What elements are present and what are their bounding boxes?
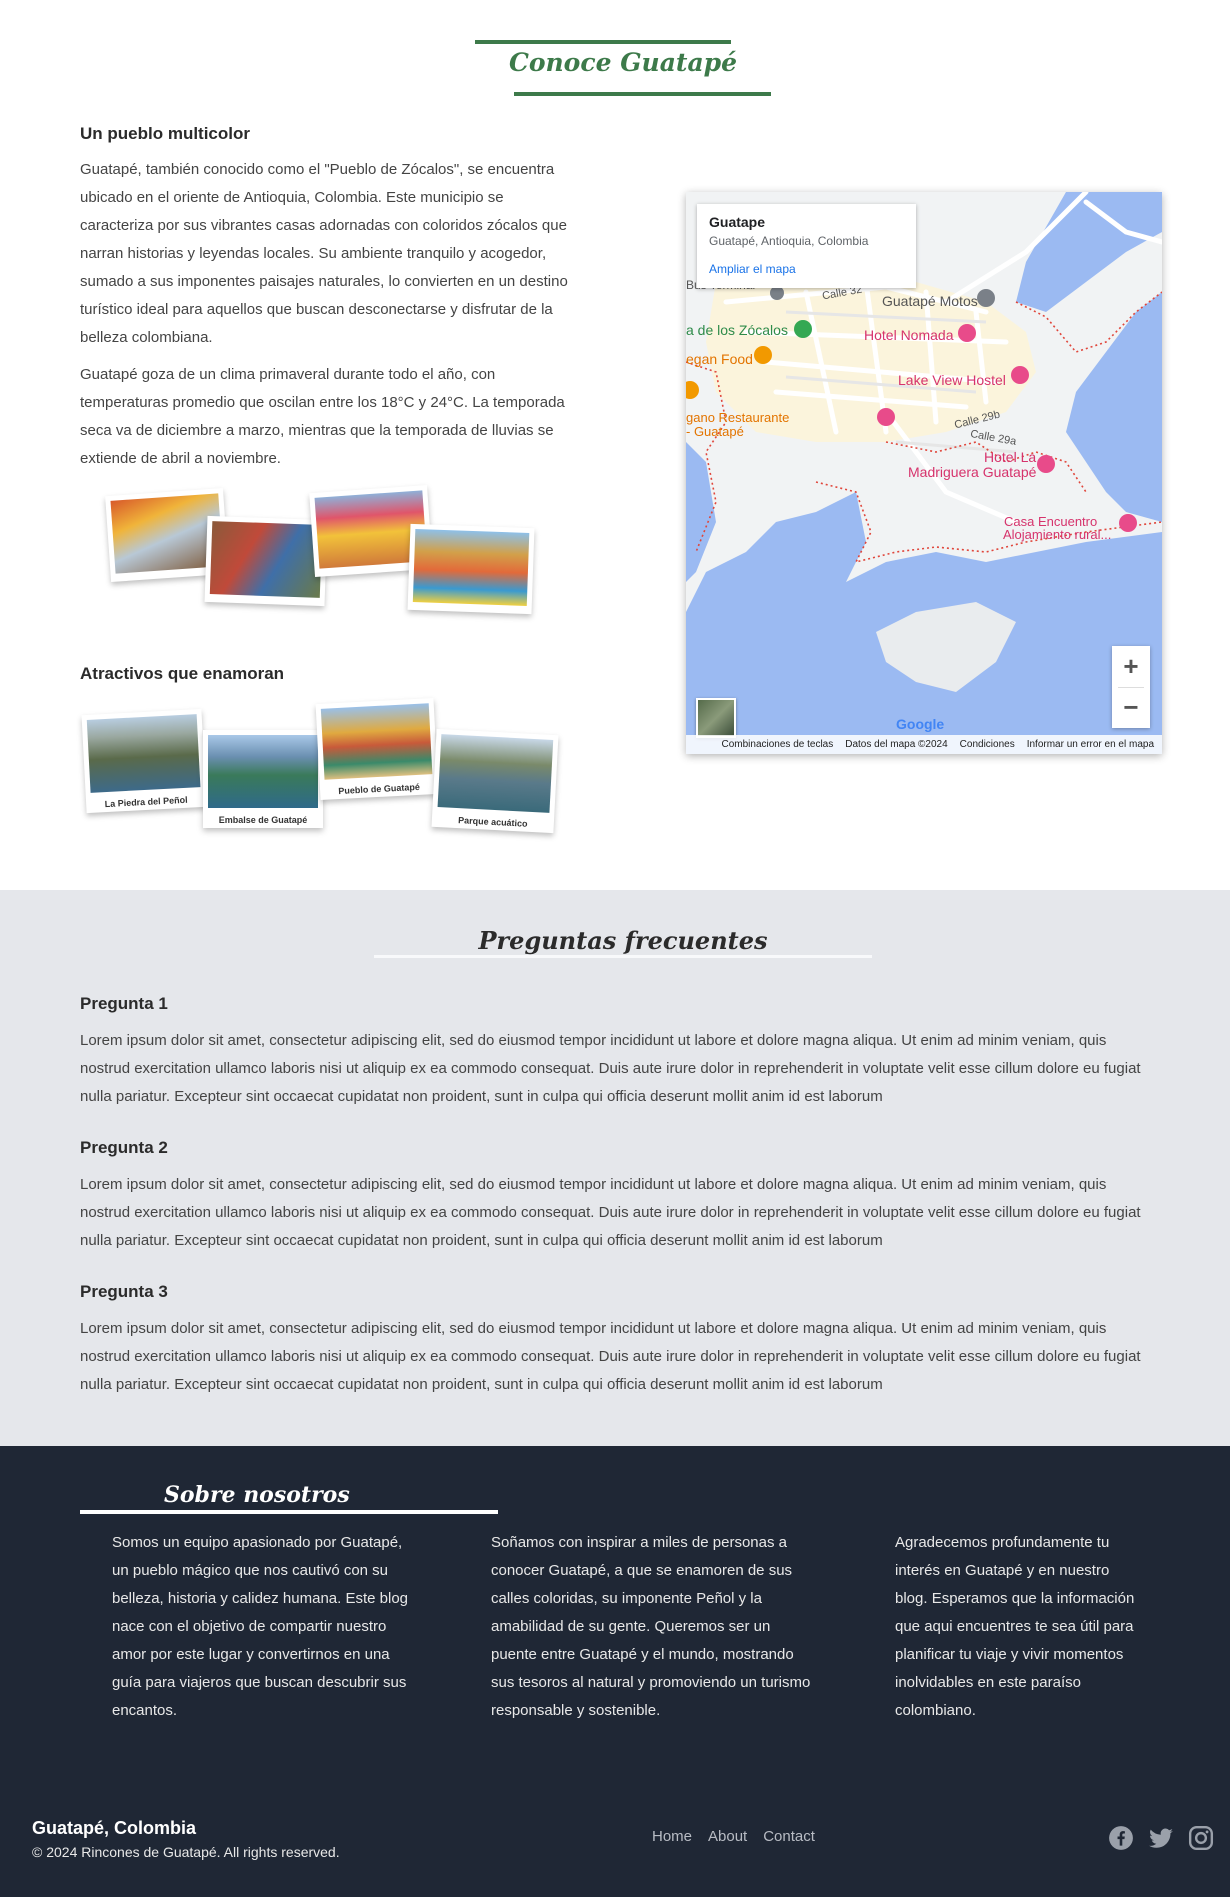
- map-enlarge-link[interactable]: Ampliar el mapa: [709, 262, 904, 276]
- map-label-madriguera: Madriguera Guatapé: [908, 464, 1037, 480]
- zoom-divider: [1118, 687, 1144, 688]
- map-place-name: Guatape: [709, 214, 766, 230]
- about-title: Sobre nosotros: [164, 1482, 350, 1508]
- nav-about-link[interactable]: About: [708, 1828, 747, 1845]
- about-column-2: Soñamos con inspirar a miles de personas…: [491, 1534, 811, 1719]
- map-label-zocalos: a de los Zócalos: [686, 322, 788, 338]
- map-place-card: Guatape Guatapé, Antioquia, Colombia Amp…: [697, 204, 916, 288]
- map-label-lake-view: Lake View Hostel: [898, 372, 1006, 388]
- nav-home-link[interactable]: Home: [652, 1828, 692, 1845]
- instagram-icon[interactable]: [1188, 1825, 1214, 1851]
- map-label-alojamiento: Alojamiento rural...: [1003, 527, 1112, 542]
- faq-question: Pregunta 2: [80, 1138, 168, 1157]
- map-label-hotel-la: Hotel La: [984, 449, 1037, 465]
- satellite-toggle-thumbnail[interactable]: [696, 698, 736, 738]
- collage-photo-balcony: [204, 515, 328, 607]
- map-label-guatape-motos: Guatapé Motos: [882, 293, 978, 309]
- map-zoom-control: + −: [1112, 646, 1150, 728]
- map-label-restaurante: gano Restaurante: [686, 410, 790, 425]
- about-title-underline: [80, 1510, 498, 1514]
- faq-item: Pregunta 2 Lorem ipsum dolor sit amet, c…: [80, 1138, 1160, 1255]
- attraction-caption: Parque acuático: [457, 815, 528, 829]
- intro-title-block: Conoce Guatapé: [0, 38, 1230, 98]
- attraction-card-embalse[interactable]: Embalse de Guatapé: [203, 730, 323, 828]
- faq-answer: Lorem ipsum dolor sit amet, consectetur …: [80, 1032, 1141, 1105]
- map-data-credit: Datos del mapa ©2024: [845, 739, 948, 750]
- faq-answer: Lorem ipsum dolor sit amet, consectetur …: [80, 1320, 1141, 1393]
- attraction-card-parque[interactable]: Parque acuático: [431, 728, 559, 834]
- page-title: Conoce Guatapé: [508, 48, 738, 77]
- intro-paragraph-1: Guatapé, también conocido como el "Puebl…: [80, 161, 568, 346]
- section-heading-multicolor: Un pueblo multicolor: [80, 124, 250, 143]
- attraction-caption: Embalse de Guatapé: [218, 815, 308, 825]
- map-label-hotel-nomada: Hotel Nomada: [864, 327, 954, 343]
- intro-section: Conoce Guatapé Un pueblo multicolor Guat…: [0, 0, 1230, 890]
- faq-question: Pregunta 1: [80, 994, 168, 1013]
- zoom-out-button[interactable]: −: [1112, 687, 1150, 728]
- map-terms-link[interactable]: Condiciones: [960, 739, 1015, 754]
- map-report-error-link[interactable]: Informar un error en el mapa: [1027, 739, 1154, 754]
- attraction-card-pueblo[interactable]: Pueblo de Guatapé: [315, 697, 439, 801]
- faq-answer: Lorem ipsum dolor sit amet, consectetur …: [80, 1176, 1141, 1249]
- faq-question: Pregunta 3: [80, 1282, 168, 1301]
- section-heading-attractions: Atractivos que enamoran: [80, 664, 285, 683]
- about-column-1: Somos un equipo apasionado por Guatapé, …: [112, 1534, 409, 1719]
- title-top-rule: [475, 40, 731, 44]
- map-label-vegan-food: egan Food: [686, 351, 753, 367]
- map-label-guatape-sub: - Guatapé: [686, 424, 744, 439]
- site-footer: Sobre nosotros Somos un equipo apasionad…: [0, 1446, 1230, 1897]
- footer-brand: Guatapé, Colombia: [32, 1818, 197, 1838]
- twitter-icon[interactable]: [1148, 1825, 1174, 1851]
- footer-nav: Home About Contact: [652, 1828, 815, 1845]
- map-attribution-bar: Combinaciones de teclas Datos del mapa ©…: [686, 735, 1162, 754]
- attraction-caption: La Piedra del Peñol: [104, 794, 188, 810]
- map-place-address: Guatapé, Antioquia, Colombia: [709, 234, 869, 248]
- faq-title: Preguntas frecuentes: [478, 926, 768, 955]
- nav-contact-link[interactable]: Contact: [763, 1828, 815, 1845]
- faq-section: Preguntas frecuentes Pregunta 1 Lorem ip…: [0, 890, 1230, 1446]
- faq-title-underline: [374, 955, 872, 958]
- faq-item: Pregunta 3 Lorem ipsum dolor sit amet, c…: [80, 1282, 1160, 1399]
- attraction-caption: Pueblo de Guatapé: [338, 781, 421, 797]
- attraction-card-penol[interactable]: La Piedra del Peñol: [81, 708, 207, 814]
- about-column-3: Agradecemos profundamente tu interés en …: [895, 1534, 1135, 1719]
- footer-copyright: © 2024 Rincones de Guatapé. All rights r…: [32, 1844, 340, 1860]
- title-bottom-rule: [514, 92, 771, 96]
- facebook-icon[interactable]: [1108, 1825, 1134, 1851]
- embedded-map[interactable]: Bus Terminal Guatapé Motos Calle 32 a de…: [686, 192, 1162, 754]
- collage-photo-facade: [407, 523, 535, 615]
- google-logo: Google: [896, 716, 945, 732]
- faq-item: Pregunta 1 Lorem ipsum dolor sit amet, c…: [80, 994, 1160, 1111]
- intro-paragraph-2: Guatapé goza de un clima primaveral dura…: [80, 366, 565, 467]
- zoom-in-button[interactable]: +: [1112, 646, 1150, 687]
- map-keyboard-shortcuts[interactable]: Combinaciones de teclas: [722, 739, 834, 754]
